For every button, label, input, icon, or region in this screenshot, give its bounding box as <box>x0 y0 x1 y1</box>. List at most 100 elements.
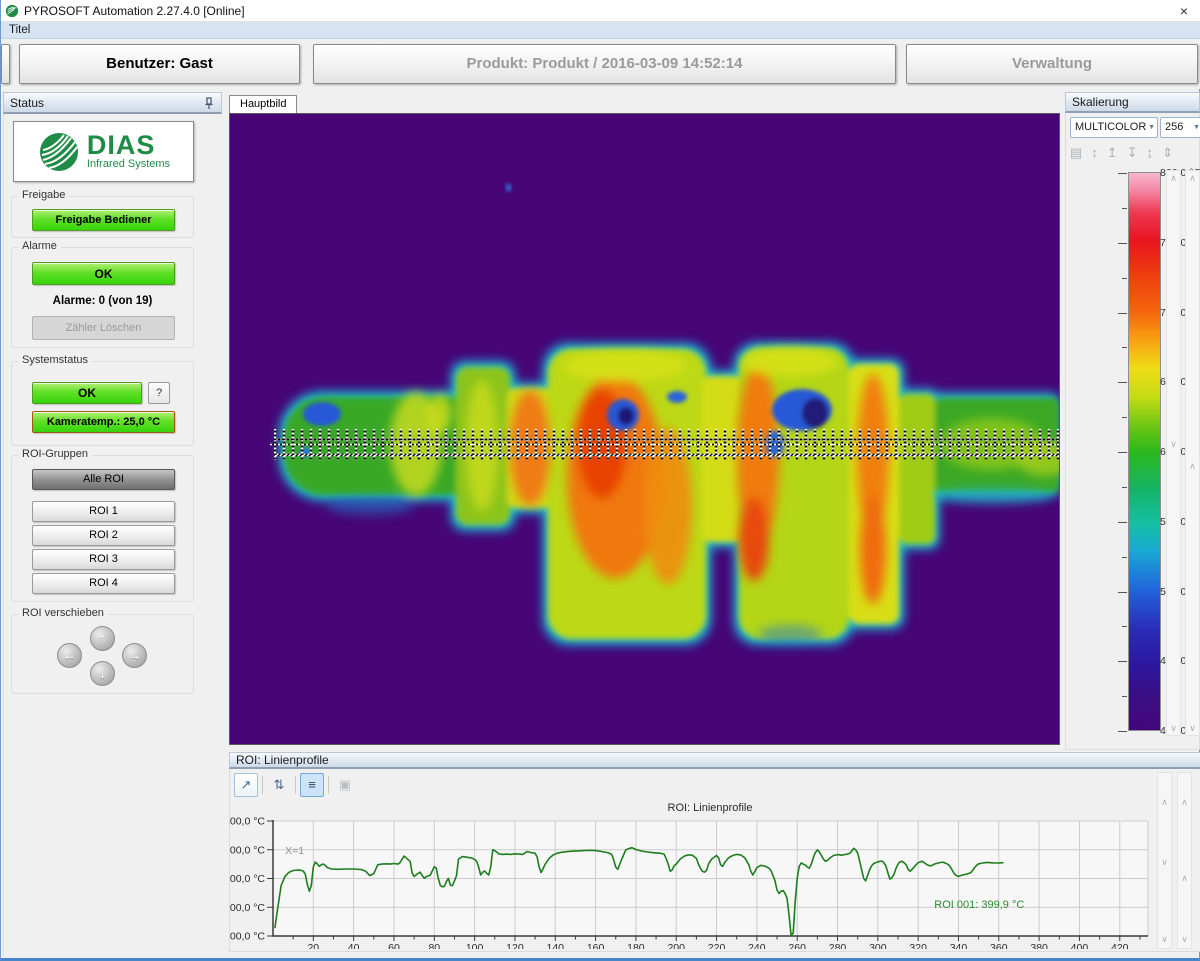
svg-text:380: 380 <box>1030 942 1048 949</box>
svg-text:100: 100 <box>466 942 484 949</box>
roi-gruppen-label: ROI-Gruppen <box>18 448 92 460</box>
dias-logo-icon <box>37 130 81 174</box>
alarme-group: Alarme OK Alarme: 0 (von 19) Zähler Lösc… <box>11 247 194 348</box>
produkt-button[interactable]: Produkt: Produkt / 2016-03-09 14:52:14 <box>313 44 896 84</box>
svg-text:800,0 °C: 800,0 °C <box>230 816 265 828</box>
roi-gruppen-group: ROI-Gruppen Alle ROIROI 1ROI 2ROI 3ROI 4 <box>11 455 194 602</box>
autoscale-button[interactable]: ⇅ <box>267 773 291 797</box>
min-slider-down-icon[interactable]: ∨ <box>1185 723 1200 734</box>
svg-text:140: 140 <box>546 942 564 949</box>
svg-text:220: 220 <box>708 942 726 949</box>
roi-panel-body: ↗ ⇅ ≡ ▣ 800,0 °C 700,0 °C 600,0 °C 500,0 °C… <box>229 769 1200 952</box>
chart-slider-up-icon[interactable]: ∧ <box>1157 797 1172 808</box>
max-slider-down-icon[interactable]: ∨ <box>1166 723 1181 734</box>
tab-hauptbild[interactable]: Hauptbild <box>229 95 297 113</box>
svg-text:60: 60 <box>388 942 400 949</box>
systemstatus-ok-button[interactable]: OK <box>32 382 142 404</box>
roi-move-up-button[interactable]: ↑ <box>90 626 115 651</box>
roi-verschieben-label: ROI verschieben <box>18 607 108 619</box>
benutzer-button[interactable]: Benutzer: Gast <box>19 44 300 84</box>
freigabe-group: Freigabe Freigabe Bediener <box>11 196 194 238</box>
kameratemp-button[interactable]: Kameratemp.: 25,0 °C <box>32 411 175 433</box>
roi-group-button-alle[interactable]: Alle ROI <box>32 469 175 490</box>
alarme-label: Alarme <box>18 240 61 252</box>
freigabe-label: Freigabe <box>18 189 69 201</box>
svg-text:420: 420 <box>1111 942 1129 949</box>
svg-text:400,0 °C: 400,0 °C <box>230 931 265 943</box>
chart-title: ROI: Linienprofile <box>668 802 753 814</box>
thermal-image-frame <box>229 113 1060 745</box>
close-icon[interactable]: × <box>1173 1 1195 21</box>
titlebar: PYROSOFT Automation 2.27.4.0 [Online] × <box>1 0 1200 22</box>
verwaltung-button[interactable]: Verwaltung <box>906 44 1198 84</box>
svg-text:600,0 °C: 600,0 °C <box>230 873 265 885</box>
chart-slider-down-icon[interactable]: ∨ <box>1177 934 1192 945</box>
roi-line-band[interactable] <box>270 429 1059 460</box>
svg-text:40: 40 <box>348 942 360 949</box>
freigabe-bediener-button[interactable]: Freigabe Bediener <box>32 209 175 231</box>
systemstatus-label: Systemstatus <box>18 354 92 366</box>
svg-text:300: 300 <box>869 942 887 949</box>
min-slider-up-icon[interactable]: ∧ <box>1185 173 1200 184</box>
max-slider-up-icon[interactable]: ∧ <box>1166 173 1181 184</box>
roi-panel-header: ROI: Linienprofile <box>229 752 1200 769</box>
chart-annotation: X=1 <box>285 845 304 857</box>
systemstatus-group: Systemstatus OK ? Kameratemp.: 25,0 °C <box>11 361 194 446</box>
status-panel-header: Status <box>3 92 222 114</box>
skalierung-panel-header: Skalierung <box>1065 92 1200 113</box>
roi-group-button-3[interactable]: ROI 3 <box>32 549 175 570</box>
svg-text:500,0 °C: 500,0 °C <box>230 902 265 914</box>
zaehler-loeschen-button[interactable]: Zähler Löschen <box>32 316 175 340</box>
svg-text:320: 320 <box>909 942 927 949</box>
roi-move-down-button[interactable]: ↓ <box>90 661 115 686</box>
chart-slider-up-icon[interactable]: ∧ <box>1177 797 1192 808</box>
chart-legend: ROI 001: 399,9 °C <box>934 899 1024 911</box>
main-tab-row: Hauptbild <box>229 95 1061 113</box>
chart-slider-down-icon[interactable]: ∨ <box>1157 934 1172 945</box>
roi-panel-title: ROI: Linienprofile <box>236 753 329 767</box>
alarme-ok-button[interactable]: OK <box>32 262 175 285</box>
roi-group-button-1[interactable]: ROI 1 <box>32 501 175 522</box>
dias-logo-text: DIAS <box>87 133 170 157</box>
skalierung-panel-title: Skalierung <box>1072 95 1129 109</box>
roi-group-button-4[interactable]: ROI 4 <box>32 573 175 594</box>
min-slider-handle-icon[interactable]: ∧ <box>1185 461 1200 472</box>
chart-slider-handle-icon[interactable]: ∨ <box>1157 857 1172 868</box>
detach-window-button[interactable]: ↗ <box>234 773 258 797</box>
scale-min-slider[interactable] <box>1185 170 1200 736</box>
systemstatus-help-button[interactable]: ? <box>148 382 170 404</box>
toolbar-separator <box>295 776 296 794</box>
svg-text:160: 160 <box>587 942 605 949</box>
svg-text:120: 120 <box>506 942 524 949</box>
display-options-button[interactable]: ≡ <box>300 773 324 797</box>
svg-text:80: 80 <box>428 942 440 949</box>
svg-text:700,0 °C: 700,0 °C <box>230 844 265 856</box>
dias-logo-subtitle: Infrared Systems <box>87 158 170 170</box>
max-slider-handle-icon[interactable]: ∨ <box>1166 439 1181 450</box>
svg-text:260: 260 <box>788 942 806 949</box>
svg-text:280: 280 <box>829 942 847 949</box>
roi-group-button-2[interactable]: ROI 2 <box>32 525 175 546</box>
copy-button[interactable]: ▣ <box>333 773 357 797</box>
svg-text:20: 20 <box>307 942 319 949</box>
line-profile-chart[interactable]: 800,0 °C 700,0 °C 600,0 °C 500,0 °C 400,0 °C… <box>230 799 1170 949</box>
pin-icon[interactable] <box>203 96 215 110</box>
thermal-image[interactable] <box>230 114 1059 744</box>
scale-max-slider[interactable] <box>1166 170 1181 736</box>
svg-text:180: 180 <box>627 942 645 949</box>
toolbar-separator <box>328 776 329 794</box>
svg-text:400: 400 <box>1071 942 1089 949</box>
svg-text:340: 340 <box>950 942 968 949</box>
chart-slider-handle-icon[interactable]: ∧ <box>1177 873 1192 884</box>
alarme-count: Alarme: 0 (von 19) <box>12 295 193 307</box>
svg-text:360: 360 <box>990 942 1008 949</box>
roi-move-right-button[interactable]: → <box>122 643 147 668</box>
svg-text:200: 200 <box>667 942 685 949</box>
app-icon <box>5 4 19 18</box>
menu-titel[interactable]: Titel <box>1 24 38 36</box>
roi-verschieben-group: ROI verschieben ↑ ← → ↓ <box>11 614 194 694</box>
roi-move-left-button[interactable]: ← <box>57 643 82 668</box>
status-panel-title: Status <box>10 96 203 110</box>
collapsed-side-button[interactable] <box>1 44 10 84</box>
svg-text:240: 240 <box>748 942 766 949</box>
